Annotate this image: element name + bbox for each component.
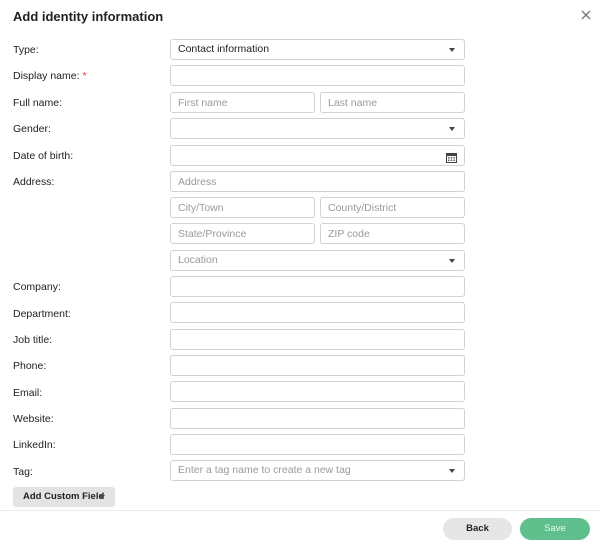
city-input[interactable] (170, 197, 315, 218)
tag-select[interactable]: Enter a tag name to create a new tag (170, 460, 465, 481)
state-input[interactable] (170, 223, 315, 244)
add-identity-dialog: Add identity information Type: Contact i… (0, 0, 600, 549)
display-name-label: Display name: * (13, 70, 87, 82)
location-placeholder: Location (178, 254, 218, 266)
phone-label: Phone: (13, 360, 47, 372)
zip-input[interactable] (320, 223, 465, 244)
calendar-icon[interactable] (446, 151, 457, 163)
company-input[interactable] (170, 276, 465, 297)
last-name-input[interactable] (320, 92, 465, 113)
chevron-down-icon (449, 48, 455, 52)
website-label: Website: (13, 413, 54, 425)
county-input[interactable] (320, 197, 465, 218)
add-custom-field-button[interactable]: Add Custom Field (13, 487, 115, 507)
chevron-down-icon (99, 495, 105, 499)
website-input[interactable] (170, 408, 465, 429)
phone-input[interactable] (170, 355, 465, 376)
first-name-input[interactable] (170, 92, 315, 113)
chevron-down-icon (449, 469, 455, 473)
gender-select[interactable] (170, 118, 465, 139)
job-title-input[interactable] (170, 329, 465, 350)
tag-label: Tag: (13, 466, 33, 478)
date-of-birth-input[interactable] (170, 145, 465, 166)
date-of-birth-label: Date of birth: (13, 150, 74, 162)
type-select[interactable]: Contact information (170, 39, 465, 60)
required-marker: * (82, 70, 87, 82)
close-icon[interactable] (580, 9, 592, 21)
chevron-down-icon (449, 127, 455, 131)
footer-divider (0, 510, 600, 511)
job-title-label: Job title: (13, 334, 53, 346)
address-input[interactable] (170, 171, 465, 192)
add-custom-field-label: Add Custom Field (23, 491, 105, 502)
linkedin-input[interactable] (170, 434, 465, 455)
save-button[interactable]: Save (520, 518, 590, 540)
department-label: Department: (13, 308, 71, 320)
linkedin-label: LinkedIn: (13, 439, 56, 451)
email-label: Email: (13, 387, 43, 399)
dialog-title: Add identity information (13, 9, 164, 24)
email-input[interactable] (170, 381, 465, 402)
type-value: Contact information (178, 43, 270, 55)
location-select[interactable]: Location (170, 250, 465, 271)
company-label: Company: (13, 281, 61, 293)
address-label: Address: (13, 176, 55, 188)
chevron-down-icon (449, 259, 455, 263)
type-label: Type: (13, 44, 39, 56)
gender-label: Gender: (13, 123, 51, 135)
back-button[interactable]: Back (443, 518, 512, 540)
tag-placeholder: Enter a tag name to create a new tag (178, 464, 351, 476)
full-name-label: Full name: (13, 97, 63, 109)
department-input[interactable] (170, 302, 465, 323)
display-name-label-text: Display name: (13, 70, 80, 82)
display-name-input[interactable] (170, 65, 465, 86)
